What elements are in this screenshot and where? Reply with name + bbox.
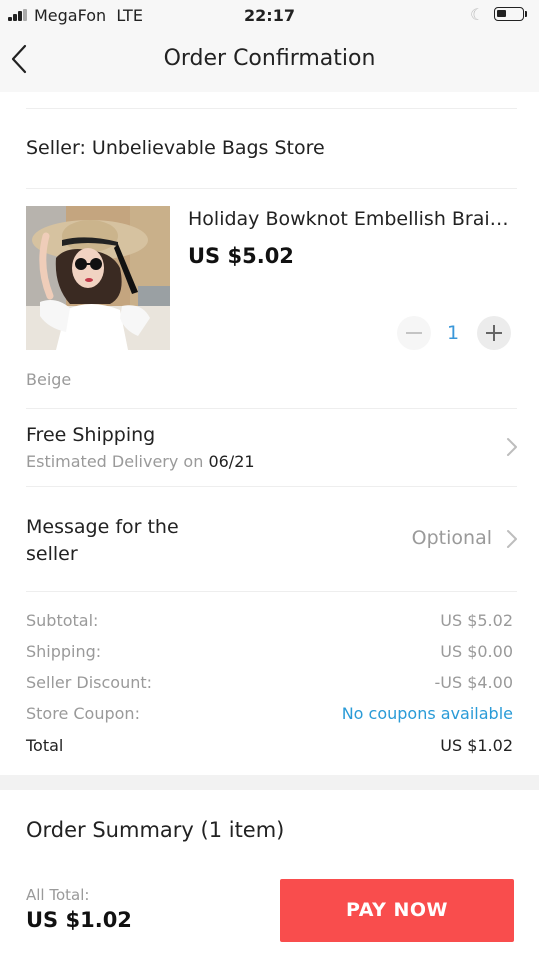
subtotal-value: US $5.02	[440, 611, 513, 630]
battery-icon	[494, 7, 524, 21]
shipping-value: US $0.00	[440, 642, 513, 661]
divider	[26, 188, 517, 189]
all-total-value: US $1.02	[26, 908, 132, 932]
product-variant: Beige	[26, 370, 72, 389]
order-summary-title: Order Summary (1 item)	[26, 818, 285, 842]
seller-name[interactable]: Seller: Unbelievable Bags Store	[26, 137, 325, 159]
delivery-date: 06/21	[208, 452, 255, 471]
battery-cap	[525, 11, 527, 17]
shipping-label: Shipping:	[26, 642, 102, 661]
status-time: 22:17	[244, 6, 295, 25]
seller-discount-label: Seller Discount:	[26, 673, 153, 692]
message-for-seller-label: Message for the seller	[26, 516, 179, 565]
divider	[26, 108, 517, 109]
message-for-seller-input[interactable]: Optional	[380, 527, 492, 549]
seller-discount-value: -US $4.00	[434, 673, 513, 692]
total-label: Total	[26, 736, 64, 755]
quantity-value[interactable]: 1	[440, 322, 466, 344]
chevron-right-icon[interactable]	[506, 437, 518, 457]
all-total-label: All Total:	[26, 886, 90, 904]
page-title: Order Confirmation	[163, 46, 376, 71]
total-value: US $1.02	[440, 736, 513, 755]
product-price: US $5.02	[188, 244, 294, 268]
minus-icon	[406, 332, 422, 334]
subtotal-label: Subtotal:	[26, 611, 99, 630]
section-separator	[0, 775, 539, 790]
moon-icon: ☾	[470, 5, 485, 24]
product-image[interactable]	[26, 206, 170, 350]
divider	[26, 591, 517, 592]
chevron-right-icon[interactable]	[506, 529, 518, 549]
divider	[26, 408, 517, 409]
store-coupon-link[interactable]: No coupons available	[300, 704, 513, 723]
delivery-estimate: Estimated Delivery on 06/21	[26, 452, 255, 471]
product-title[interactable]: Holiday Bowknot Embellish Braid...	[188, 208, 518, 230]
store-coupon-label: Store Coupon:	[26, 704, 140, 723]
shipping-method[interactable]: Free Shipping	[26, 424, 155, 446]
increase-quantity-button[interactable]	[477, 316, 511, 350]
divider	[26, 486, 517, 487]
decrease-quantity-button[interactable]	[397, 316, 431, 350]
pay-now-button[interactable]: PAY NOW	[280, 879, 514, 942]
